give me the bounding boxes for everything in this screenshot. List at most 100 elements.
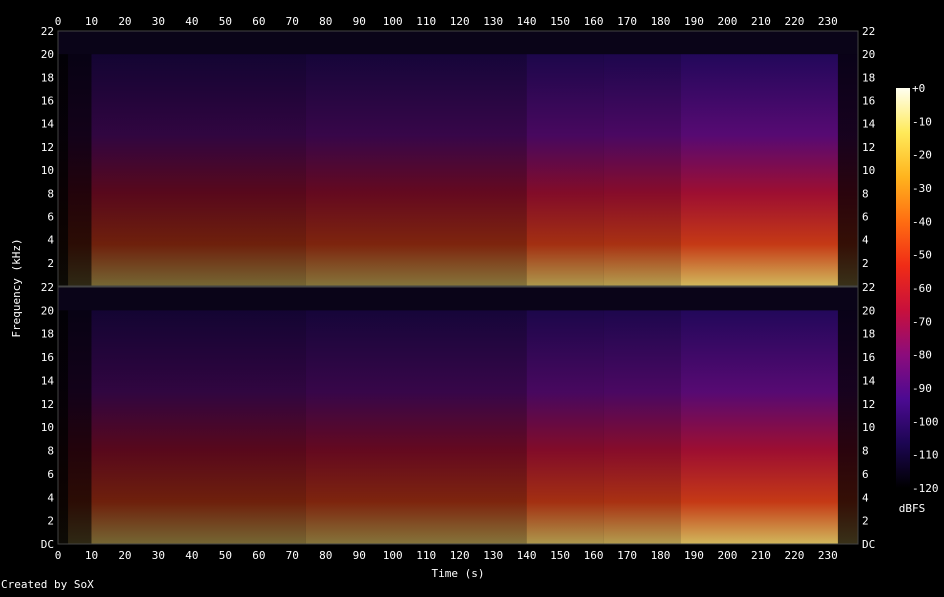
x-tick-label-top: 200 <box>718 15 738 28</box>
y-tick-label-left: 4 <box>47 491 54 504</box>
colorbar-tick-label: -40 <box>912 215 932 228</box>
x-tick-label-bottom: 40 <box>185 549 198 562</box>
x-tick-label-top: 10 <box>85 15 98 28</box>
y-tick-label-right: 12 <box>862 141 875 154</box>
x-tick-label-top: 160 <box>584 15 604 28</box>
x-tick-label-bottom: 180 <box>651 549 671 562</box>
y-tick-label-right: 22 <box>862 25 875 38</box>
x-tick-label-bottom: 70 <box>286 549 299 562</box>
x-tick-label-bottom: 210 <box>751 549 771 562</box>
x-tick-label-top: 50 <box>219 15 232 28</box>
spectrogram-segment <box>680 310 838 544</box>
y-tick-label-left: 22 <box>41 281 54 294</box>
spectrogram-segment <box>680 54 838 286</box>
x-tick-label-top: 110 <box>416 15 436 28</box>
x-tick-label-top: 210 <box>751 15 771 28</box>
colorbar-tick-label: -80 <box>912 349 932 362</box>
x-tick-label-top: 60 <box>252 15 265 28</box>
spectrogram-segment <box>68 310 92 544</box>
x-tick-label-top: 80 <box>319 15 332 28</box>
y-axis-label: Frequency (kHz) <box>10 238 23 337</box>
spectrogram-chart: 2 24 46 68 810 1012 1214 1416 1618 1820 2022 22DC DC… <box>10 15 939 580</box>
y-tick-label-left: 20 <box>41 304 54 317</box>
spectrogram-segment <box>837 54 858 286</box>
colorbar-tick-label: -110 <box>912 449 939 462</box>
spectrogram-segment <box>68 54 92 286</box>
x-tick-label-bottom: 120 <box>450 549 470 562</box>
y-tick-label-right: 20 <box>862 304 875 317</box>
y-tick-label-left: 12 <box>41 141 54 154</box>
y-tick-label-right: 12 <box>862 398 875 411</box>
y-tick-label-right: 2 <box>862 257 869 270</box>
y-tick-label-left: 10 <box>41 421 54 434</box>
x-tick-label-top: 230 <box>818 15 838 28</box>
y-tick-label-left: 8 <box>47 187 54 200</box>
x-tick-label-top: 170 <box>617 15 637 28</box>
cutoff-band <box>58 287 858 311</box>
y-tick-label-right: 2 <box>862 515 869 528</box>
y-tick-label-left: 8 <box>47 445 54 458</box>
x-tick-label-bottom: 230 <box>818 549 838 562</box>
y-tick-label-right: 8 <box>862 187 869 200</box>
y-tick-label-left: 2 <box>47 515 54 528</box>
x-tick-label-top: 120 <box>450 15 470 28</box>
x-tick-label-bottom: 110 <box>416 549 436 562</box>
colorbar-tick-label: -10 <box>912 115 932 128</box>
colorbar-tick-label: +0 <box>912 82 925 95</box>
colorbar-tick-label: -100 <box>912 415 939 428</box>
spectrogram-segment <box>58 310 69 544</box>
y-tick-label-right: 18 <box>862 71 875 84</box>
y-tick-label-left: 6 <box>47 468 54 481</box>
x-axis-label: Time (s) <box>432 567 485 580</box>
spectrogram-segment <box>526 54 604 286</box>
x-tick-label-top: 150 <box>550 15 570 28</box>
x-tick-label-bottom: 220 <box>784 549 804 562</box>
y-tick-label-right: 18 <box>862 328 875 341</box>
spectrogram-segment <box>58 54 69 286</box>
x-tick-label-top: 140 <box>517 15 537 28</box>
x-tick-label-bottom: 30 <box>152 549 165 562</box>
x-tick-label-top: 90 <box>353 15 366 28</box>
x-tick-label-top: 40 <box>185 15 198 28</box>
x-tick-label-top: 190 <box>684 15 704 28</box>
spectrogram-segment <box>305 310 527 544</box>
x-tick-label-top: 30 <box>152 15 165 28</box>
credit-text: Created by SoX <box>1 578 94 591</box>
y-tick-label-right: 4 <box>862 491 869 504</box>
x-tick-label-top: 20 <box>118 15 131 28</box>
y-tick-label-left: 16 <box>41 351 54 364</box>
x-tick-label-bottom: 150 <box>550 549 570 562</box>
x-tick-label-top: 180 <box>651 15 671 28</box>
y-tick-label-left: 16 <box>41 95 54 108</box>
spectrogram-segment <box>91 310 306 544</box>
x-tick-label-bottom: 10 <box>85 549 98 562</box>
x-tick-label-bottom: 80 <box>319 549 332 562</box>
y-tick-label-right: 6 <box>862 210 869 223</box>
y-tick-label-left: 20 <box>41 48 54 61</box>
colorbar-tick-label: -90 <box>912 382 932 395</box>
x-tick-label-bottom: 60 <box>252 549 265 562</box>
y-tick-label-left: 6 <box>47 210 54 223</box>
spectrogram-segment <box>526 310 604 544</box>
x-tick-label-top: 70 <box>286 15 299 28</box>
cutoff-band <box>58 31 858 55</box>
y-tick-label-right: 14 <box>862 374 876 387</box>
y-tick-label-left: DC <box>41 538 54 551</box>
colorbar-tick-label: -30 <box>912 182 932 195</box>
y-tick-label-right: 20 <box>862 48 875 61</box>
y-tick-label-left: 10 <box>41 164 54 177</box>
y-tick-label-left: 18 <box>41 71 54 84</box>
y-tick-label-right: DC <box>862 538 875 551</box>
spectrogram-segment <box>305 54 527 286</box>
colorbar-tick-label: -60 <box>912 282 932 295</box>
x-tick-label-bottom: 0 <box>55 549 62 562</box>
x-tick-label-bottom: 190 <box>684 549 704 562</box>
y-tick-label-right: 16 <box>862 351 875 364</box>
y-tick-label-left: 14 <box>41 374 55 387</box>
x-tick-label-top: 0 <box>55 15 62 28</box>
y-tick-label-left: 12 <box>41 398 54 411</box>
x-tick-label-bottom: 130 <box>483 549 503 562</box>
colorbar-label: dBFS <box>899 502 926 515</box>
colorbar-tick-label: -20 <box>912 149 932 162</box>
y-tick-label-left: 4 <box>47 234 54 247</box>
